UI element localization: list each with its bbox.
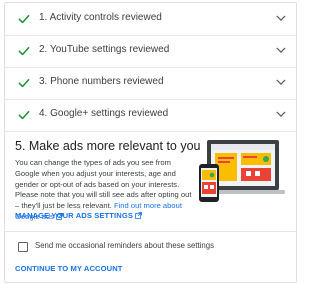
- chevron-down-icon[interactable]: [276, 46, 286, 54]
- section-divider: [5, 231, 296, 232]
- checkmark-icon: [18, 79, 30, 88]
- checkmark-icon: [18, 47, 30, 56]
- step-row-activity-controls[interactable]: 1. Activity controls reviewed: [5, 3, 296, 36]
- chevron-down-icon[interactable]: [276, 78, 286, 86]
- ads-section-title: 5. Make ads more relevant to you: [15, 139, 201, 153]
- checkmark-icon: [18, 15, 30, 24]
- step-row-phone-numbers[interactable]: 3. Phone numbers reviewed: [5, 67, 296, 100]
- step-label: 1. Activity controls reviewed: [39, 12, 162, 23]
- reminders-checkbox[interactable]: [18, 242, 28, 252]
- step-label: 2. YouTube settings reviewed: [39, 44, 170, 55]
- step-label: 3. Phone numbers reviewed: [39, 76, 164, 87]
- manage-ads-settings-label: MANAGE YOUR ADS SETTINGS: [15, 211, 134, 220]
- checkmark-icon: [18, 111, 30, 120]
- chevron-down-icon[interactable]: [276, 110, 286, 118]
- step-row-youtube-settings[interactable]: 2. YouTube settings reviewed: [5, 35, 296, 68]
- step-label: 4. Google+ settings reviewed: [39, 108, 169, 119]
- external-link-icon: [135, 212, 142, 219]
- manage-ads-settings-link[interactable]: MANAGE YOUR ADS SETTINGS: [15, 211, 142, 220]
- step-row-google-plus-settings[interactable]: 4. Google+ settings reviewed: [5, 99, 296, 132]
- chevron-down-icon[interactable]: [276, 14, 286, 22]
- reminders-checkbox-label[interactable]: Send me occasional reminders about these…: [35, 241, 214, 250]
- ads-devices-illustration: [199, 140, 285, 202]
- continue-to-my-account-link[interactable]: CONTINUE TO MY ACCOUNT: [15, 264, 123, 273]
- privacy-checkup-card: 1. Activity controls reviewed 2. YouTube…: [4, 2, 297, 283]
